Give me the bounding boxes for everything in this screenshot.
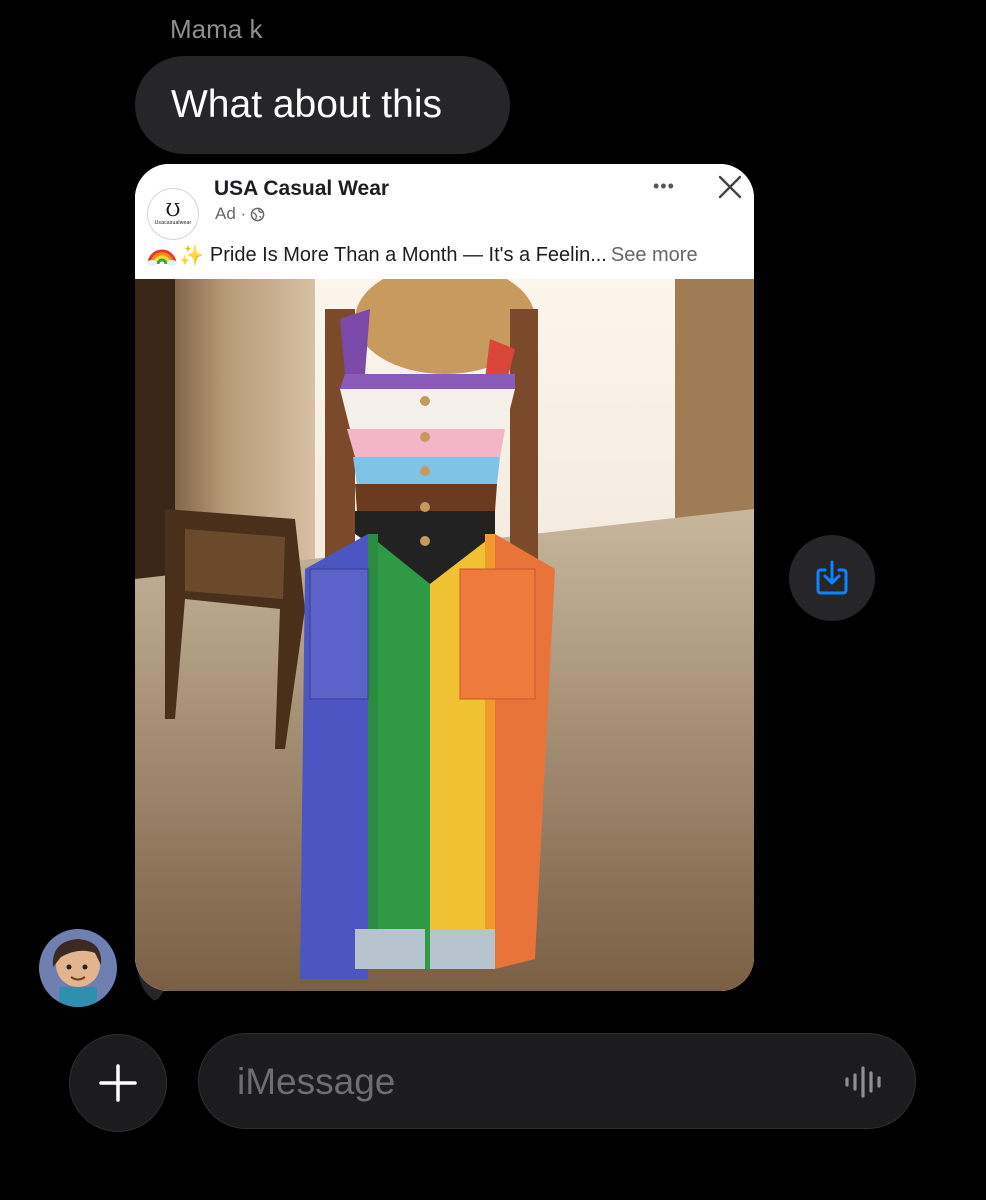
save-to-photos-icon [816,560,848,595]
message-input[interactable] [235,1034,799,1130]
brand-logo: Ʊ Usacasualwear [147,188,199,240]
ad-caption-text: Pride Is More Than a Month — It's a Feel… [209,243,607,266]
ad-meta: Ad · [215,204,265,224]
audio-waveform-icon[interactable] [843,1066,889,1098]
ad-label: Ad · [215,204,247,223]
product-photo [135,279,754,991]
avatar[interactable] [39,929,117,1007]
message-text: What about this [171,83,442,126]
imessage-field[interactable] [198,1033,916,1130]
ad-caption: ✨ Pride Is More Than a Month — It's a Fe… [135,236,754,274]
more-dots-icon[interactable]: ••• [653,176,675,197]
brand-logo-glyph: Ʊ [165,200,181,221]
shared-ad-screenshot[interactable]: Ʊ Usacasualwear USA Casual Wear Ad · ••• [135,164,754,991]
globe-icon [250,207,265,221]
rainbow-emoji-icon [147,249,177,266]
ad-header: Ʊ Usacasualwear USA Casual Wear Ad · ••• [135,164,754,279]
close-icon[interactable] [717,174,743,200]
brand-name: USA Casual Wear [214,177,390,200]
sparkles-emoji-icon: ✨ [179,244,204,267]
save-button[interactable] [789,535,875,621]
message-bubble[interactable]: What about this [135,56,510,154]
add-attachment-button[interactable] [69,1034,167,1132]
plus-icon [99,1064,137,1102]
see-more-link[interactable]: See more [611,244,698,267]
sender-name: Mama k [170,14,263,44]
brand-logo-wordmark: Usacasualwear [154,220,192,226]
